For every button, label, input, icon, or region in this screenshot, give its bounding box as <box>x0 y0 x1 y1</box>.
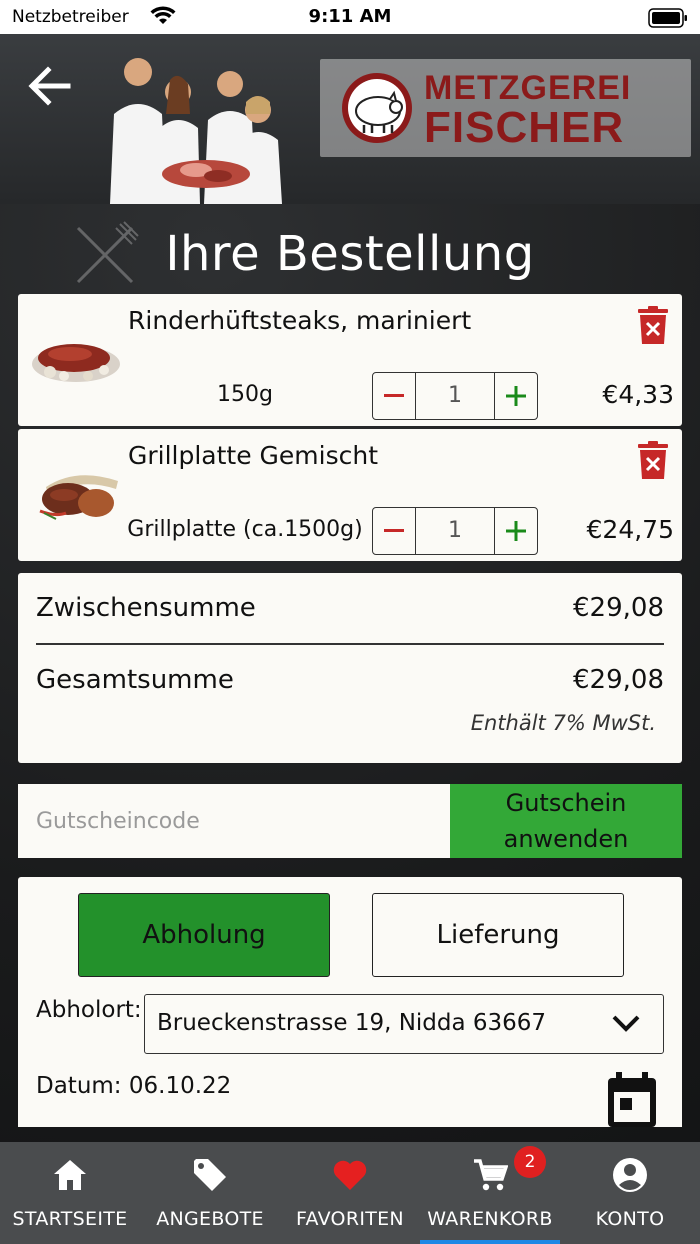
quantity-value[interactable]: 1 <box>416 373 494 419</box>
tab-label: WARENKORB <box>427 1208 553 1230</box>
trash-icon[interactable] <box>638 306 668 344</box>
tab-favoriten[interactable]: FAVORITEN <box>280 1142 420 1244</box>
cart-item: Grillplatte Gemischt Grillplatte (ca.150… <box>18 429 682 561</box>
pig-logo-icon <box>342 73 412 143</box>
item-variant: 150g <box>217 382 273 407</box>
increase-quantity-button[interactable] <box>494 373 537 419</box>
quantity-value[interactable]: 1 <box>416 508 494 554</box>
delivery-option-button[interactable]: Lieferung <box>372 893 624 977</box>
subtotal-value: €29,08 <box>573 593 664 623</box>
decrease-quantity-button[interactable] <box>373 508 416 554</box>
minus-icon <box>384 394 404 397</box>
clock: 9:11 AM <box>308 6 392 27</box>
coupon-section: Gutschein anwenden <box>18 784 682 858</box>
tab-konto[interactable]: KONTO <box>560 1142 700 1244</box>
plus-icon <box>506 521 526 541</box>
item-variant: Grillplatte (ca.1500g) <box>127 517 363 542</box>
item-name: Grillplatte Gemischt <box>128 441 379 470</box>
heart-icon <box>333 1160 367 1190</box>
plus-icon <box>506 386 526 406</box>
fulfillment-section: Abholung Lieferung Abholort: Brueckenstr… <box>18 877 682 1127</box>
tab-label: STARTSEITE <box>12 1208 128 1230</box>
quantity-stepper: 1 <box>372 372 538 420</box>
team-photo <box>110 58 282 204</box>
cart-count-badge: 2 <box>514 1146 546 1178</box>
product-image-steak <box>32 344 120 382</box>
tab-label: KONTO <box>595 1208 665 1230</box>
tab-label: FAVORITEN <box>296 1208 404 1230</box>
cart-item: Rinderhüftsteaks, mariniert 150g 1 €4,33 <box>18 294 682 426</box>
pickup-location-select[interactable]: Brueckenstrasse 19, Nidda 63667 <box>144 994 664 1054</box>
divider <box>36 643 664 645</box>
item-price: €24,75 <box>586 515 674 544</box>
product-image-grill-platter <box>39 475 118 520</box>
battery-icon <box>648 8 687 28</box>
back-arrow-icon[interactable] <box>22 58 78 114</box>
chevron-down-icon <box>612 1015 640 1032</box>
increase-quantity-button[interactable] <box>494 508 537 554</box>
total-value: €29,08 <box>573 665 664 695</box>
apply-coupon-button[interactable]: Gutschein anwenden <box>450 784 682 858</box>
order-summary: Zwischensumme €29,08 Gesamtsumme €29,08 … <box>18 573 682 763</box>
decrease-quantity-button[interactable] <box>373 373 416 419</box>
pickup-location-value: Brueckenstrasse 19, Nidda 63667 <box>157 1010 547 1036</box>
vat-note: Enthält 7% MwSt. <box>470 711 656 735</box>
cart-icon <box>474 1159 508 1191</box>
active-tab-indicator <box>420 1240 560 1244</box>
account-icon <box>613 1158 647 1192</box>
subtotal-label: Zwischensumme <box>36 593 256 623</box>
tag-icon <box>194 1159 226 1191</box>
quantity-stepper: 1 <box>372 507 538 555</box>
bottom-navigation: STARTSEITE ANGEBOTE FAVORITEN 2 WARENKOR… <box>0 1142 700 1244</box>
status-bar: Netzbetreiber 9:11 AM <box>0 0 700 34</box>
tab-startseite[interactable]: STARTSEITE <box>0 1142 140 1244</box>
pickup-date: Datum: 06.10.22 <box>36 1073 232 1099</box>
trash-icon[interactable] <box>638 441 668 479</box>
item-price: €4,33 <box>602 380 674 409</box>
coupon-code-input[interactable] <box>18 784 450 858</box>
home-icon <box>54 1160 86 1190</box>
header-banner: METZGEREI FISCHER <box>0 34 700 204</box>
tab-warenkorb[interactable]: 2 WARENKORB <box>420 1142 560 1244</box>
tab-label: ANGEBOTE <box>156 1208 264 1230</box>
pickup-option-button[interactable]: Abholung <box>78 893 330 977</box>
pickup-location-label: Abholort: <box>36 997 142 1023</box>
item-name: Rinderhüftsteaks, mariniert <box>128 306 472 335</box>
minus-icon <box>384 529 404 532</box>
total-label: Gesamtsumme <box>36 665 234 695</box>
brand-logo: METZGEREI FISCHER <box>320 59 691 157</box>
brand-name-line2: FISCHER <box>424 103 625 152</box>
tab-angebote[interactable]: ANGEBOTE <box>140 1142 280 1244</box>
page-title: Ihre Bestellung <box>165 226 535 282</box>
calendar-icon[interactable] <box>606 1072 658 1127</box>
